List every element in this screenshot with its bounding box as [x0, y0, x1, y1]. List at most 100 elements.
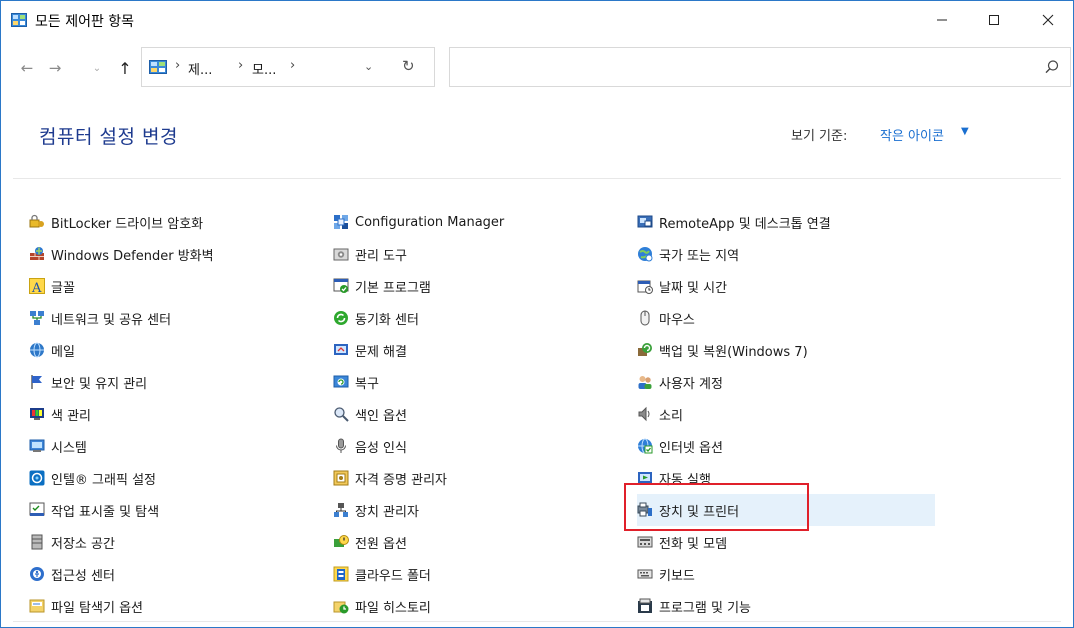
control-panel-item[interactable]: Configuration Manager: [333, 206, 633, 238]
control-panel-item-label: 인텔® 그래픽 설정: [51, 472, 156, 488]
control-panel-item[interactable]: 복구: [333, 366, 633, 398]
control-panel-item[interactable]: A 글꼴: [29, 270, 329, 302]
control-panel-item[interactable]: 시스템: [29, 430, 329, 462]
control-panel-item[interactable]: 문제 해결: [333, 334, 633, 366]
control-panel-item[interactable]: 작업 표시줄 및 탐색: [29, 494, 329, 526]
control-panel-item[interactable]: 색 관리: [29, 398, 329, 430]
control-panel-item[interactable]: 파일 히스토리: [333, 590, 633, 622]
taskbar-icon: [29, 502, 45, 518]
control-panel-item[interactable]: 장치 및 프린터: [637, 494, 935, 526]
control-panel-item-label: Windows Defender 방화벽: [51, 248, 214, 264]
control-panel-item[interactable]: 마우스: [637, 302, 937, 334]
chevron-down-icon[interactable]: ▼: [961, 126, 969, 137]
breadcrumb-item[interactable]: 모...: [252, 59, 276, 78]
control-panel-item[interactable]: 소리: [637, 398, 937, 430]
control-panel-item-label: 접근성 센터: [51, 568, 115, 584]
control-panel-item[interactable]: 파일 탐색기 옵션: [29, 590, 329, 622]
control-panel-item[interactable]: 인터넷 옵션: [637, 430, 937, 462]
control-panel-item-label: Configuration Manager: [355, 214, 505, 230]
control-panel-item[interactable]: 동기화 센터: [333, 302, 633, 334]
devices-printers-icon: [637, 502, 653, 518]
credential-icon: [333, 470, 349, 486]
control-panel-item[interactable]: BitLocker 드라이브 암호화: [29, 206, 329, 238]
user-accounts-icon: [637, 374, 653, 390]
control-panel-item[interactable]: 인텔® 그래픽 설정: [29, 462, 329, 494]
control-panel-item-label: 작업 표시줄 및 탐색: [51, 504, 160, 520]
control-panel-item[interactable]: 메일: [29, 334, 329, 366]
control-panel-item[interactable]: 자동 실행: [637, 462, 937, 494]
control-panel-item[interactable]: 국가 또는 지역: [637, 238, 937, 270]
control-panel-icon: [11, 13, 27, 27]
forward-arrow-icon[interactable]: →: [45, 59, 65, 77]
breadcrumb-separator: ›: [290, 58, 296, 73]
control-panel-item[interactable]: 보안 및 유지 관리: [29, 366, 329, 398]
control-panel-item-label: 네트워크 및 공유 센터: [51, 312, 172, 328]
sync-center-icon: [333, 310, 349, 326]
control-panel-item-label: 메일: [51, 344, 75, 360]
search-input[interactable]: [449, 47, 1071, 87]
refresh-icon[interactable]: ↻: [402, 57, 415, 75]
configuration-manager-icon: [333, 214, 349, 230]
recent-locations-chevron-icon[interactable]: ⌄: [91, 59, 103, 77]
fonts-icon: A: [29, 278, 45, 294]
control-panel-item[interactable]: 관리 도구: [333, 238, 633, 270]
control-panel-item[interactable]: 클라우드 폴더: [333, 558, 633, 590]
view-by-dropdown[interactable]: 작은 아이콘: [880, 125, 944, 144]
maximize-button[interactable]: [971, 1, 1017, 39]
control-panel-item-label: 동기화 센터: [355, 312, 419, 328]
microphone-icon: [333, 438, 349, 454]
back-arrow-icon[interactable]: ←: [17, 59, 37, 77]
control-panel-item-label: 자동 실행: [659, 472, 711, 488]
address-dropdown-chevron-icon[interactable]: ⌄: [364, 60, 373, 73]
title-bar[interactable]: 모든 제어판 항목: [1, 1, 1073, 39]
control-panel-item[interactable]: 날짜 및 시간: [637, 270, 937, 302]
breadcrumb-item[interactable]: 제...: [188, 59, 212, 78]
minimize-button[interactable]: [919, 1, 965, 39]
control-panel-item[interactable]: 네트워크 및 공유 센터: [29, 302, 329, 334]
control-panel-item[interactable]: RemoteApp 및 데스크톱 연결: [637, 206, 937, 238]
control-panel-item-label: 저장소 공간: [51, 536, 115, 552]
search-icon[interactable]: [1044, 59, 1060, 75]
control-panel-item[interactable]: 프로그램 및 기능: [637, 590, 937, 622]
control-panel-item[interactable]: 백업 및 복원(Windows 7): [637, 334, 937, 366]
minimize-icon: [937, 19, 947, 21]
close-button[interactable]: [1025, 1, 1071, 39]
control-panel-item-label: 전원 옵션: [355, 536, 407, 552]
control-panel-item[interactable]: 전원 옵션: [333, 526, 633, 558]
up-arrow-icon[interactable]: ↑: [115, 59, 135, 78]
date-time-icon: [637, 278, 653, 294]
bitlocker-icon: [29, 214, 45, 230]
control-panel-item[interactable]: 기본 프로그램: [333, 270, 633, 302]
address-bar[interactable]: › 제... › 모... › ⌄ ↻: [141, 47, 435, 87]
control-panel-item[interactable]: Windows Defender 방화벽: [29, 238, 329, 270]
control-panel-item[interactable]: 자격 증명 관리자: [333, 462, 633, 494]
color-management-icon: [29, 406, 45, 422]
control-panel-item-label: 소리: [659, 408, 683, 424]
view-by-label: 보기 기준:: [791, 129, 848, 144]
control-panel-item-label: 시스템: [51, 440, 87, 456]
device-manager-icon: [333, 502, 349, 518]
control-panel-item-label: 프로그램 및 기능: [659, 600, 751, 616]
control-panel-item[interactable]: 저장소 공간: [29, 526, 329, 558]
control-panel-item-label: 사용자 계정: [659, 376, 723, 392]
divider: [13, 621, 1061, 622]
control-panel-item-label: 마우스: [659, 312, 695, 328]
control-panel-item-label: 국가 또는 지역: [659, 248, 740, 264]
control-panel-item[interactable]: 색인 옵션: [333, 398, 633, 430]
control-panel-item-label: 날짜 및 시간: [659, 280, 728, 296]
intel-graphics-icon: [29, 470, 45, 486]
control-panel-item-label: 전화 및 모뎀: [659, 536, 728, 552]
maximize-icon: [989, 15, 999, 25]
admin-tools-icon: [333, 246, 349, 262]
mouse-icon: [637, 310, 653, 326]
folder-options-icon: [29, 598, 45, 614]
default-programs-icon: [333, 278, 349, 294]
control-panel-item-label: 색인 옵션: [355, 408, 407, 424]
control-panel-item[interactable]: 접근성 센터: [29, 558, 329, 590]
control-panel-item[interactable]: 전화 및 모뎀: [637, 526, 937, 558]
control-panel-item[interactable]: 사용자 계정: [637, 366, 937, 398]
control-panel-item[interactable]: 키보드: [637, 558, 937, 590]
control-panel-item[interactable]: 음성 인식: [333, 430, 633, 462]
control-panel-item-label: 클라우드 폴더: [355, 568, 431, 584]
control-panel-item[interactable]: 장치 관리자: [333, 494, 633, 526]
